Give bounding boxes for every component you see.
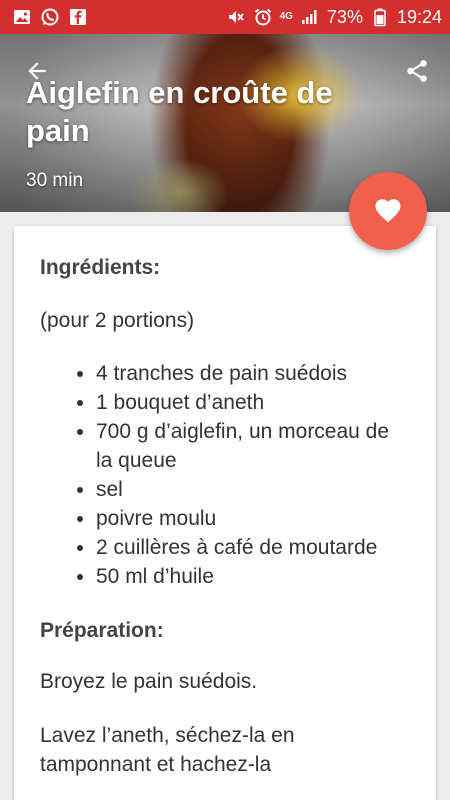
network-type: 4G: [279, 11, 293, 22]
preparation-step: Broyez le pain suédois.: [40, 670, 258, 693]
recipe-card: Ingrédients: (pour 2 portions) 4 tranche…: [14, 226, 436, 800]
list-item: sel: [96, 475, 410, 504]
clock: 19:24: [396, 6, 442, 27]
share-icon: [407, 60, 427, 82]
share-button[interactable]: [402, 56, 432, 86]
recipe-title: Aiglefin en croûte de pain: [26, 75, 333, 148]
portions-text: (pour 2 portions): [40, 309, 195, 332]
facebook-icon: [68, 7, 88, 27]
whatsapp-icon: [40, 7, 60, 27]
favorite-button[interactable]: [349, 172, 427, 250]
heart-icon: [375, 199, 401, 223]
alarm-icon: [253, 7, 273, 27]
list-item: 50 ml d’huile: [96, 562, 410, 591]
recipe-duration: 30 min: [26, 170, 84, 191]
preparation-step: Lavez l’aneth, séchez-la en tamponnant e…: [40, 724, 295, 776]
list-item: 4 tranches de pain suédois: [96, 359, 410, 388]
mute-icon: [226, 7, 246, 27]
signal-icon: [300, 7, 320, 27]
battery-percent: 73%: [326, 6, 363, 27]
status-right-icons: 4G 73% 19:24: [226, 7, 442, 28]
ingredients-heading: Ingrédients:: [40, 256, 161, 279]
ingredients-list: 4 tranches de pain suédois 1 bouquet d’a…: [40, 359, 410, 591]
image-icon: [12, 7, 32, 27]
list-item: 1 bouquet d’aneth: [96, 388, 410, 417]
status-bar: 4G 73% 19:24: [0, 0, 450, 34]
list-item: 2 cuillères à café de moutarde: [96, 533, 410, 562]
list-item: poivre moulu: [96, 504, 410, 533]
battery-icon: [370, 7, 390, 27]
status-left-icons: [12, 7, 88, 27]
list-item: 700 g d’aiglefin, un morceau de la queue: [96, 417, 410, 475]
preparation-heading: Préparation:: [40, 619, 164, 642]
